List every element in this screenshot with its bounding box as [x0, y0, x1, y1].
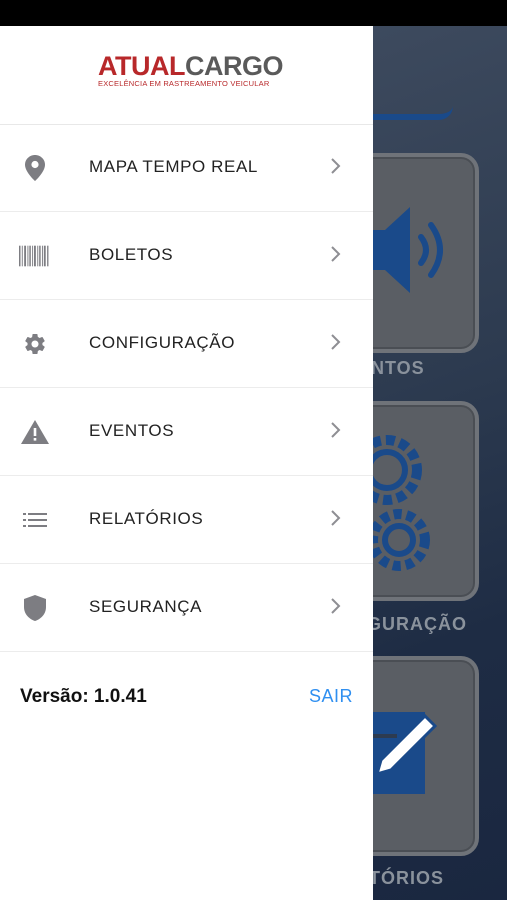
drawer-menu: MAPA TEMPO REAL BOLETOS CONFIGURAÇÃO EVE…: [0, 124, 373, 652]
chevron-right-icon: [331, 510, 341, 526]
list-icon: [20, 506, 50, 534]
background-label-reports: TÓRIOS: [373, 868, 445, 888]
background-tile-events: [373, 153, 479, 353]
logout-button[interactable]: SAIR: [309, 686, 353, 707]
menu-item-label: SEGURANÇA: [89, 597, 203, 616]
background-label-events: NTOS: [373, 358, 425, 378]
shield-icon: [20, 594, 50, 622]
side-drawer: ATUALCARGO EXCELÊNCIA EM RASTREAMENTO VE…: [0, 26, 373, 900]
background-top-button: [373, 26, 453, 120]
menu-item-label: MAPA TEMPO REAL: [89, 157, 258, 176]
menu-item-label: BOLETOS: [89, 245, 174, 264]
chevron-right-icon: [331, 422, 341, 438]
background-tile-reports: [373, 656, 479, 856]
chevron-right-icon: [331, 334, 341, 350]
chevron-right-icon: [331, 158, 341, 174]
chevron-right-icon: [331, 246, 341, 262]
report-edit-icon: [373, 712, 438, 794]
menu-item-label: CONFIGURAÇÃO: [89, 333, 236, 352]
background-home-screen[interactable]: NTOS GURAÇÃO TÓRIOS: [373, 26, 507, 900]
warning-icon: [20, 418, 50, 446]
menu-item-label: EVENTOS: [89, 421, 175, 440]
menu-item-label: RELATÓRIOS: [89, 509, 204, 528]
chevron-right-icon: [331, 598, 341, 614]
menu-item-configuration[interactable]: CONFIGURAÇÃO: [0, 300, 373, 388]
logo-tagline: EXCELÊNCIA EM RASTREAMENTO VEICULAR: [98, 79, 270, 88]
menu-item-realtime-map[interactable]: MAPA TEMPO REAL: [0, 124, 373, 212]
menu-item-boletos[interactable]: BOLETOS: [0, 212, 373, 300]
menu-item-events[interactable]: EVENTOS: [0, 388, 373, 476]
brand-logo: ATUALCARGO EXCELÊNCIA EM RASTREAMENTO VE…: [0, 26, 373, 125]
version-label: Versão: 1.0.41: [20, 686, 147, 707]
logo-wordmark: ATUALCARGO: [98, 51, 283, 81]
barcode-icon: [19, 242, 49, 270]
gears-icon: [373, 435, 430, 571]
background-tile-config: [373, 401, 479, 601]
status-bar: [0, 0, 507, 26]
speaker-icon: [373, 207, 443, 293]
background-label-config: GURAÇÃO: [373, 614, 467, 634]
menu-item-reports[interactable]: RELATÓRIOS: [0, 476, 373, 564]
drawer-footer: Versão: 1.0.41 SAIR: [0, 678, 373, 718]
gear-icon: [20, 330, 50, 358]
location-pin-icon: [20, 154, 50, 182]
menu-item-security[interactable]: SEGURANÇA: [0, 564, 373, 652]
